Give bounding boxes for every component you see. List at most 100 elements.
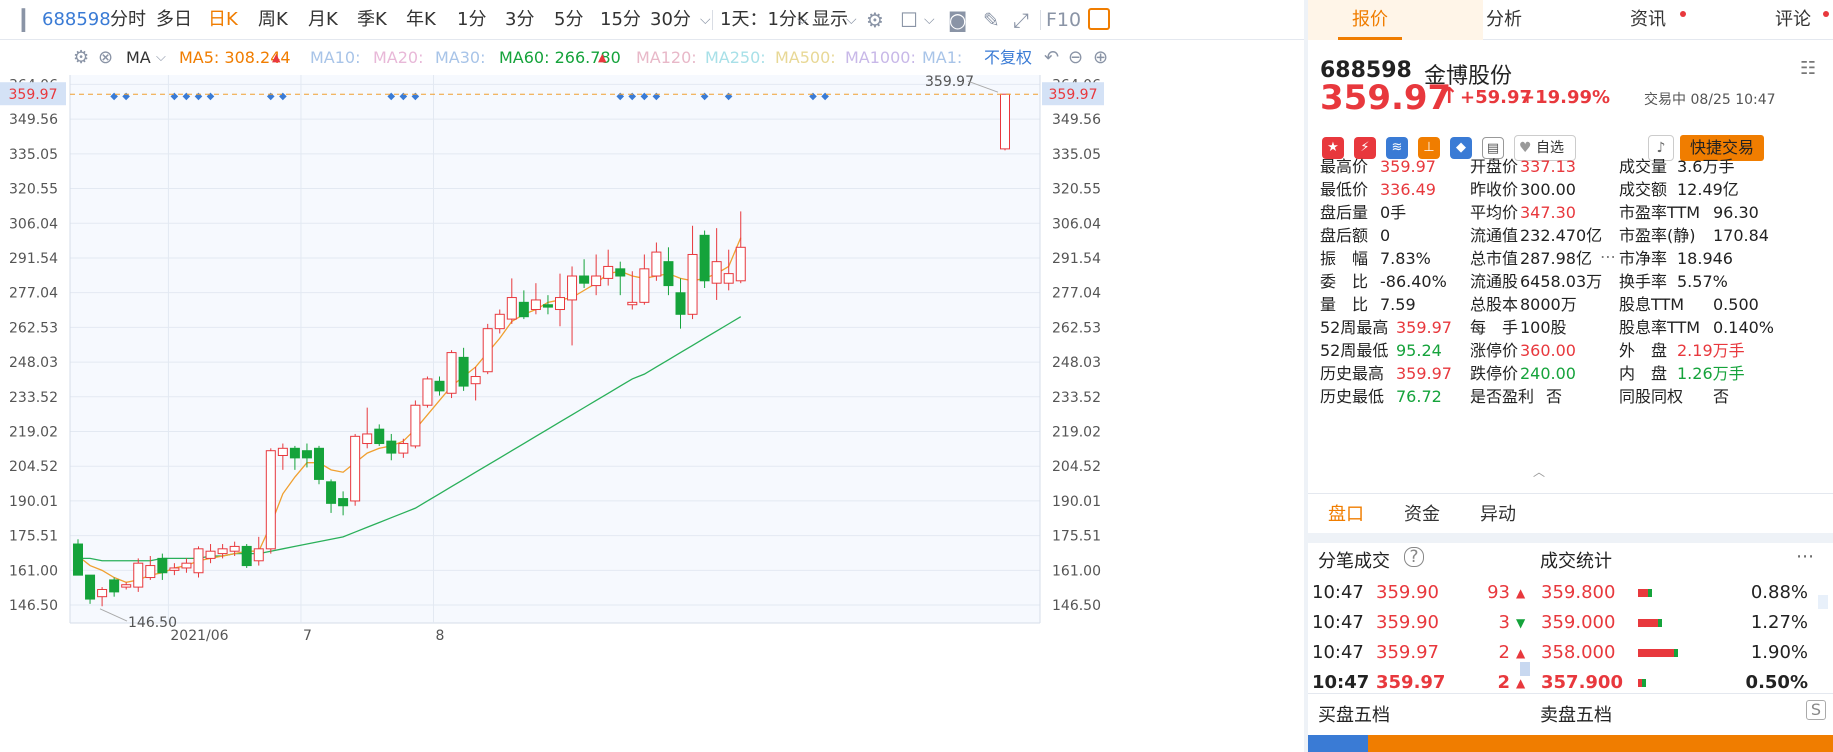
tab-3min[interactable]: 3分	[505, 0, 534, 40]
buy-ratio-bar	[1308, 735, 1368, 752]
zoom-out-icon[interactable]: ⊖	[1068, 41, 1083, 75]
tab-season-k[interactable]: 季K	[357, 0, 387, 40]
signal-marker-icon: ◆	[122, 91, 130, 102]
tab-pankou[interactable]: 盘口	[1328, 500, 1364, 526]
candle-body	[591, 275, 602, 287]
tab-analysis[interactable]: 分析	[1486, 0, 1522, 40]
quote-label: 外 盘	[1619, 341, 1668, 360]
adjust-button[interactable]: 不复权	[984, 41, 1032, 75]
ma20-label: MA20:	[373, 48, 424, 67]
quote-value: 0	[1380, 226, 1391, 245]
tab-comment[interactable]: 评论	[1775, 0, 1811, 40]
chevron-down-icon[interactable]: ⌵	[700, 0, 711, 40]
tab-month-k[interactable]: 月K	[308, 0, 338, 40]
candle-body	[398, 443, 409, 454]
tab-week-k[interactable]: 周K	[258, 0, 288, 40]
y-tick-label-right: 306.04	[1052, 216, 1101, 232]
f10-button[interactable]: F10	[1046, 0, 1081, 40]
quote-value: 300.00	[1520, 180, 1576, 199]
tab-5min[interactable]: 5分	[554, 0, 583, 40]
tab-quote[interactable]: 报价	[1352, 0, 1388, 40]
more-info-icon[interactable]: ⋯	[1600, 247, 1616, 266]
y-tick-label-left: 349.56	[9, 112, 58, 128]
tab-anomaly[interactable]: 异动	[1480, 500, 1516, 526]
y-tick-label-left: 262.53	[9, 320, 58, 336]
quote-label: 股息TTM	[1619, 295, 1685, 314]
candle-body	[253, 548, 264, 562]
list-icon[interactable]: ☷	[1800, 58, 1816, 79]
square-icon[interactable]: ☐	[900, 0, 918, 40]
y-tick-label-left: 291.54	[9, 251, 58, 267]
quote-value: 否	[1546, 387, 1563, 406]
quote-label: 市净率	[1619, 249, 1668, 268]
candle-body	[446, 352, 457, 394]
candle-body	[494, 313, 505, 330]
candle-body	[338, 498, 349, 507]
y-tick-label-right: 161.00	[1052, 563, 1101, 579]
s-icon[interactable]: S	[1806, 700, 1826, 720]
quote-value: 96.30	[1713, 203, 1759, 222]
panel-toggle-icon[interactable]	[1088, 8, 1110, 30]
arrow-up-icon: ▲	[1516, 586, 1526, 600]
pen-icon[interactable]: ✎	[983, 0, 1000, 40]
candle-body	[567, 275, 578, 301]
tab-multiday[interactable]: 多日	[156, 0, 192, 40]
candle-body	[434, 380, 445, 392]
ma500-label: MA500:	[775, 48, 836, 67]
indicator-bar: ⚙ ⊗ MA ⌵ MA5: 308.244 ▲ MA10: MA20: MA30…	[0, 41, 1304, 75]
quote-value: 0手	[1380, 203, 1407, 222]
expand-icon[interactable]: ⤢	[1013, 0, 1029, 40]
indicator-type[interactable]: MA	[126, 41, 151, 75]
tab-day-k[interactable]: 日K	[208, 0, 238, 40]
quote-value: 5.57%	[1677, 272, 1728, 291]
chevron-down-icon[interactable]: ⌵	[156, 41, 166, 75]
camera-icon[interactable]: ◙	[948, 0, 967, 40]
signal-marker-icon: ◆	[725, 91, 733, 102]
buy-depth-title: 买盘五档	[1318, 705, 1390, 726]
candle-body	[362, 433, 373, 445]
x-tick-label: 8	[436, 628, 445, 644]
chevron-down-icon[interactable]: ⌵	[846, 0, 857, 40]
tab-news[interactable]: 资讯	[1630, 0, 1666, 40]
tab-15min[interactable]: 15分	[600, 0, 641, 40]
quote-value: 18.946	[1677, 249, 1733, 268]
close-icon[interactable]: ⊗	[98, 41, 113, 75]
candlestick-chart[interactable]: ◆ ◆ ◆ ◆ ◆ ◆ ◆ ◆ ◆ ◆ ◆ ◆ ◆ ◆ ◆ ◆ ◆ ◆ ◆ 146.50 146.50 161.00 16…	[0, 75, 1304, 752]
display-select[interactable]: 显示	[812, 0, 848, 40]
candle-body	[470, 376, 481, 385]
chevron-down-icon[interactable]: ⌵	[797, 0, 808, 40]
period-select[interactable]: 1天：1分K	[720, 0, 809, 40]
tab-funds[interactable]: 资金	[1404, 500, 1440, 526]
y-tick-label-left: 161.00	[9, 563, 58, 579]
ticks-title: 分笔成交	[1318, 551, 1390, 572]
tab-year-k[interactable]: 年K	[406, 0, 436, 40]
sidebar-toggle-icon[interactable]: ▕▏	[8, 0, 39, 40]
chevron-down-icon[interactable]: ⌵	[924, 0, 935, 40]
zoom-in-icon[interactable]: ⊕	[1093, 41, 1108, 75]
more-icon[interactable]: ⋯	[1796, 546, 1814, 567]
undo-icon[interactable]: ↶	[1044, 41, 1059, 75]
x-tick-label: 7	[303, 628, 312, 644]
tab-1min[interactable]: 1分	[457, 0, 486, 40]
quote-value: 359.97	[1396, 364, 1452, 383]
collapse-icon[interactable]: ︿	[1533, 463, 1545, 480]
stats-price: 359.000	[1541, 612, 1616, 633]
candle-body	[723, 273, 734, 284]
current-price-label-left: 359.97	[9, 87, 58, 103]
y-tick-label-right: 190.01	[1052, 494, 1101, 510]
tab-fenshi[interactable]: 分时	[110, 0, 146, 40]
tab-30min[interactable]: 30分	[650, 0, 691, 40]
candle-body	[301, 450, 312, 459]
tag-icon[interactable]: ◆	[1450, 137, 1472, 159]
y-tick-label-right: 175.51	[1052, 529, 1101, 545]
signal-marker-icon: ◆	[183, 91, 191, 102]
signal-marker-icon: ◆	[387, 91, 395, 102]
settings-icon[interactable]: ⚙	[73, 41, 89, 75]
help-icon[interactable]: ?	[1404, 547, 1424, 567]
candle-body	[699, 234, 710, 282]
settings-icon[interactable]: ⚙	[866, 0, 884, 40]
quote-label: 市盈率TTM	[1619, 203, 1701, 222]
quote-label: 股息率TTM	[1619, 318, 1701, 337]
signal-marker-icon: ◆	[628, 91, 636, 102]
candle-body	[386, 440, 397, 454]
